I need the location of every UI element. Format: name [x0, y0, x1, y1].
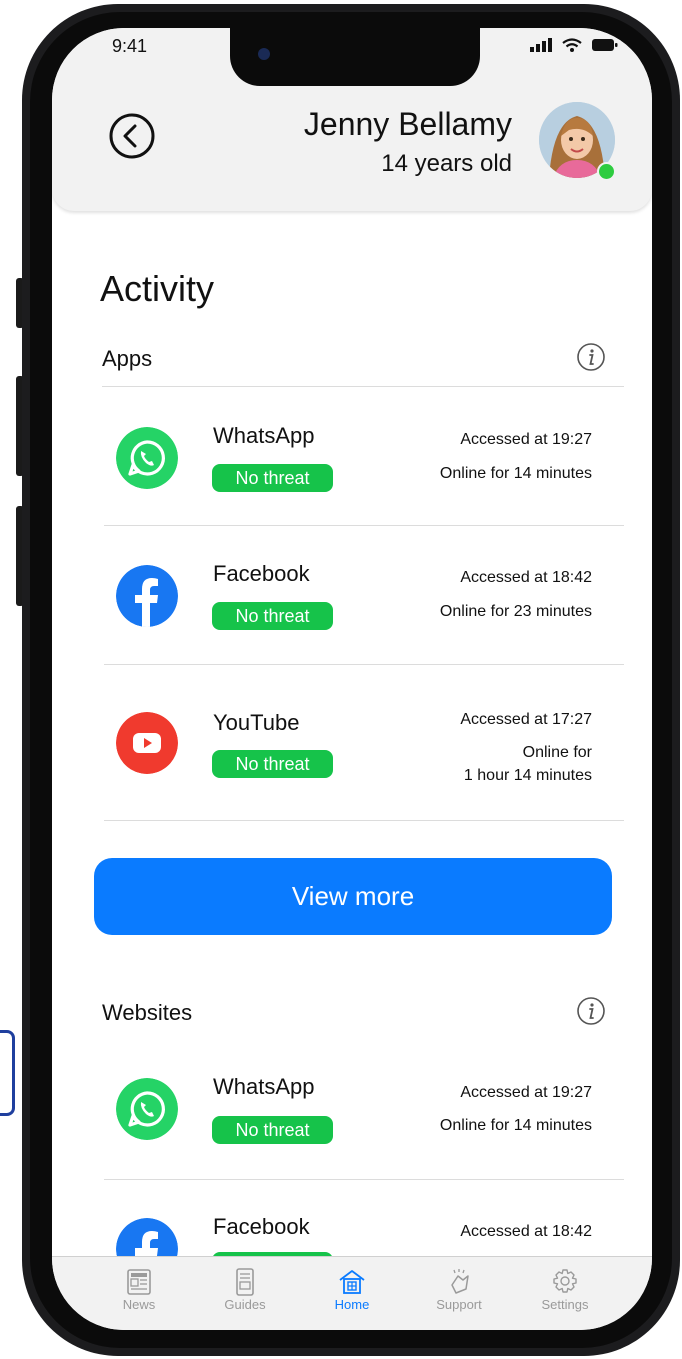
online-status-indicator — [597, 162, 616, 181]
view-more-button[interactable]: View more — [94, 858, 612, 935]
app-name: Facebook — [213, 561, 310, 586]
wifi-icon — [562, 38, 582, 52]
tab-label: Settings — [541, 1297, 589, 1312]
online-duration: Online for 14 minutes — [439, 1117, 592, 1134]
whatsapp-icon — [116, 1078, 178, 1140]
accessed-time: Accessed at 18:42 — [460, 569, 592, 586]
newspaper-icon — [127, 1269, 151, 1295]
child-name: Jenny Bellamy — [303, 106, 512, 142]
tab-label: Home — [334, 1297, 370, 1312]
website-name: Facebook — [213, 1214, 310, 1239]
websites-info-icon[interactable] — [576, 996, 606, 1026]
no-threat-badge: No threat — [212, 1116, 333, 1144]
bottom-tab-bar: News Guides Home Support Settings — [52, 1256, 652, 1330]
online-duration: Online for — [522, 744, 592, 761]
section-divider — [102, 386, 624, 387]
status-icons — [530, 38, 618, 52]
tab-settings[interactable]: Settings — [520, 1257, 610, 1330]
online-duration: Online for 23 minutes — [439, 603, 592, 620]
front-camera — [258, 48, 270, 60]
website-name: WhatsApp — [213, 1074, 315, 1099]
child-age: 14 years old — [381, 150, 512, 177]
app-row-youtube[interactable]: YouTube No threat Accessed at 17:27 Onli… — [52, 668, 652, 806]
row-divider — [104, 664, 624, 665]
app-name: YouTube — [213, 710, 300, 735]
tab-support[interactable]: Support — [414, 1257, 504, 1330]
tab-label: News — [122, 1297, 156, 1312]
back-button[interactable] — [108, 112, 156, 160]
guide-book-icon — [236, 1268, 254, 1296]
tab-guides[interactable]: Guides — [200, 1257, 290, 1330]
tab-label: Guides — [224, 1297, 266, 1312]
apps-info-icon[interactable] — [576, 342, 606, 372]
tab-label: Support — [436, 1297, 482, 1312]
home-icon — [339, 1270, 365, 1294]
accessed-time: Accessed at 19:27 — [460, 431, 592, 448]
no-threat-badge: No threat — [212, 750, 333, 778]
website-row-whatsapp[interactable]: WhatsApp No threat Accessed at 19:27 Onl… — [52, 1038, 652, 1176]
accessed-time: Accessed at 18:42 — [460, 1223, 592, 1240]
battery-icon — [592, 39, 618, 51]
online-duration-continued: 1 hour 14 minutes — [463, 767, 592, 784]
app-row-whatsapp[interactable]: WhatsApp No threat Accessed at 19:27 Onl… — [52, 388, 652, 526]
websites-section-title: Websites — [102, 1000, 193, 1025]
app-row-facebook[interactable]: Facebook No threat Accessed at 18:42 Onl… — [52, 526, 652, 664]
background-decoration — [0, 1030, 15, 1116]
tab-home[interactable]: Home — [307, 1257, 397, 1330]
gear-icon — [553, 1269, 577, 1293]
signal-icon — [530, 38, 552, 52]
online-duration: Online for 14 minutes — [439, 465, 592, 482]
facebook-icon — [116, 565, 178, 627]
tab-news[interactable]: News — [94, 1257, 184, 1330]
whatsapp-icon — [116, 427, 178, 489]
youtube-icon — [116, 712, 178, 774]
row-divider — [104, 820, 624, 821]
activity-title: Activity — [100, 268, 215, 309]
app-name: WhatsApp — [213, 423, 315, 448]
support-icon — [451, 1269, 469, 1294]
no-threat-badge: No threat — [212, 464, 333, 492]
phone-screen: Jenny Bellamy 14 years old 9:41 Activity… — [52, 28, 652, 1330]
accessed-time: Accessed at 17:27 — [460, 711, 592, 728]
apps-section-title: Apps — [102, 346, 153, 371]
status-time: 9:41 — [112, 36, 148, 56]
accessed-time: Accessed at 19:27 — [460, 1084, 592, 1101]
no-threat-badge: No threat — [212, 602, 333, 630]
